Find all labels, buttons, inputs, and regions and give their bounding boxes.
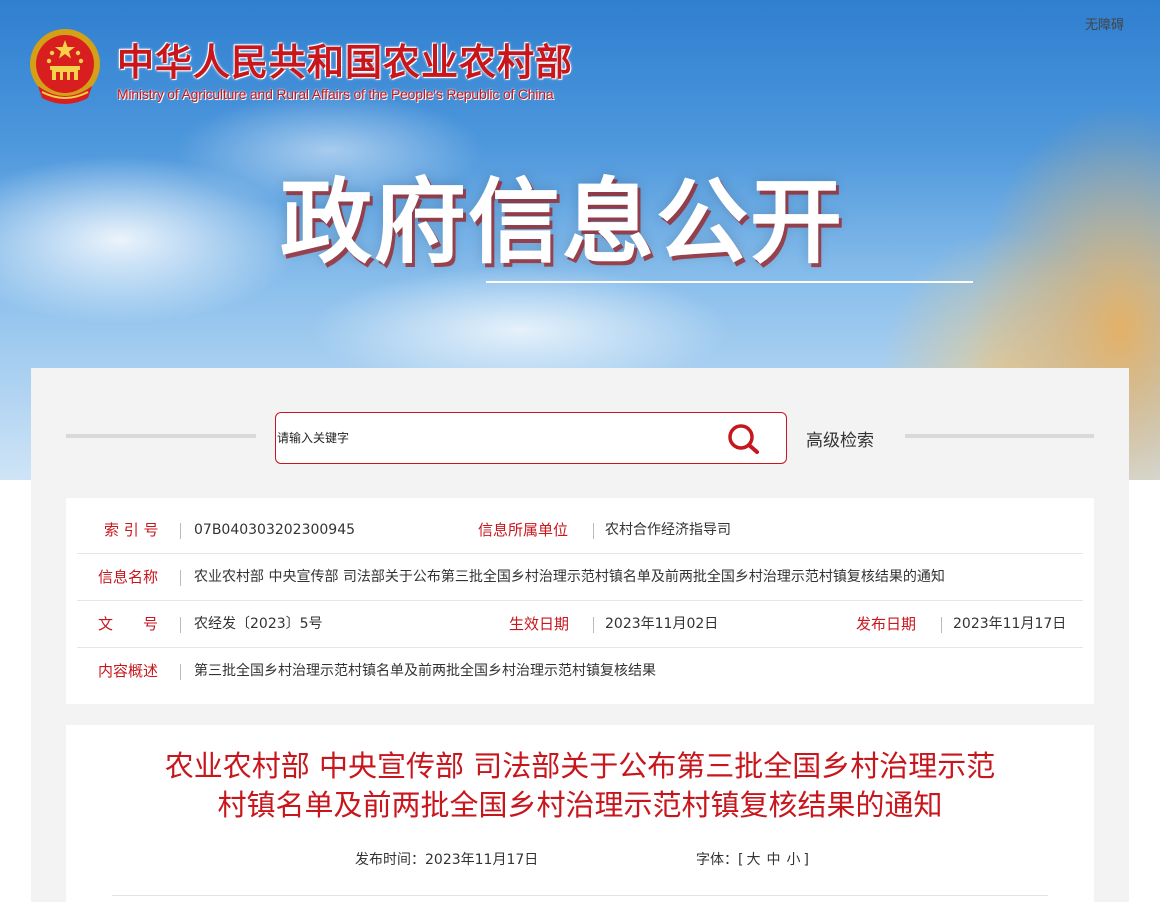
site-title-cn[interactable]: 中华人民共和国农业农村部 bbox=[117, 32, 573, 86]
unit-label: 信息所属单位 bbox=[478, 521, 569, 539]
summary-value: 第三批全国乡村治理示范村镇名单及前两批全国乡村治理示范村镇复核结果 bbox=[194, 663, 656, 679]
index-label: 索 引 号 bbox=[104, 521, 159, 539]
font-size-switcher: 字体：[大中小] bbox=[696, 849, 809, 869]
article-card: 农业农村部 中央宣传部 司法部关于公布第三批全国乡村治理示范 村镇名单及前两批全… bbox=[66, 725, 1094, 902]
info-meta-table: 索 引 号 07B040303202300945 信息所属单位 农村合作经济指导… bbox=[66, 498, 1094, 704]
name-value: 农业农村部 中央宣传部 司法部关于公布第三批全国乡村治理示范村镇名单及前两批全国… bbox=[194, 569, 945, 585]
effective-value: 2023年11月02日 bbox=[605, 616, 719, 632]
font-large-button[interactable]: 大 bbox=[743, 852, 763, 868]
font-medium-button[interactable]: 中 bbox=[763, 852, 783, 868]
publish-label: 发布日期 bbox=[856, 615, 917, 633]
article-divider bbox=[112, 895, 1048, 896]
name-label: 信息名称 bbox=[98, 568, 159, 586]
banner-title: 政府信息公开 bbox=[280, 169, 845, 276]
unit-value: 农村合作经济指导司 bbox=[605, 522, 731, 538]
meta-row-index: 索 引 号 07B040303202300945 信息所属单位 农村合作经济指导… bbox=[77, 507, 1083, 554]
summary-label: 内容概述 bbox=[98, 662, 159, 680]
separator bbox=[180, 664, 181, 680]
search-icon[interactable] bbox=[724, 422, 762, 456]
separator bbox=[180, 570, 181, 586]
meta-row-doc: 文 号 农经发〔2023〕5号 生效日期 2023年11月02日 发布日期 20… bbox=[77, 601, 1083, 648]
banner-divider bbox=[486, 281, 973, 283]
font-size-label: 字体：[ bbox=[696, 852, 744, 868]
search-deco-left bbox=[66, 434, 256, 438]
search-box bbox=[275, 412, 787, 464]
article-title: 农业农村部 中央宣传部 司法部关于公布第三批全国乡村治理示范 村镇名单及前两批全… bbox=[66, 747, 1094, 825]
meta-row-summary: 内容概述 第三批全国乡村治理示范村镇名单及前两批全国乡村治理示范村镇复核结果 bbox=[77, 648, 1083, 695]
national-emblem-icon[interactable] bbox=[28, 26, 102, 106]
publish-value: 2023年11月17日 bbox=[953, 616, 1067, 632]
advanced-search-link[interactable]: 高级检索 bbox=[806, 426, 874, 451]
meta-row-name: 信息名称 农业农村部 中央宣传部 司法部关于公布第三批全国乡村治理示范村镇名单及… bbox=[77, 554, 1083, 601]
separator bbox=[593, 523, 594, 539]
separator bbox=[593, 617, 594, 633]
font-size-close: ] bbox=[803, 852, 809, 868]
article-title-line1: 农业农村部 中央宣传部 司法部关于公布第三批全国乡村治理示范 bbox=[164, 749, 996, 783]
index-value: 07B040303202300945 bbox=[194, 522, 356, 538]
search-input[interactable] bbox=[277, 423, 707, 453]
doc-value: 农经发〔2023〕5号 bbox=[194, 616, 323, 632]
accessibility-link[interactable]: 无障碍 bbox=[1085, 14, 1124, 33]
article-publish-time: 发布时间：2023年11月17日 bbox=[355, 852, 539, 868]
doc-label: 文 号 bbox=[98, 615, 159, 633]
separator bbox=[180, 617, 181, 633]
separator bbox=[180, 523, 181, 539]
search-deco-right bbox=[905, 434, 1094, 438]
article-title-line2: 村镇名单及前两批全国乡村治理示范村镇复核结果的通知 bbox=[217, 788, 943, 822]
font-small-button[interactable]: 小 bbox=[783, 852, 803, 868]
site-title-en[interactable]: Ministry of Agriculture and Rural Affair… bbox=[117, 86, 554, 102]
separator bbox=[941, 617, 942, 633]
effective-label: 生效日期 bbox=[509, 615, 570, 633]
